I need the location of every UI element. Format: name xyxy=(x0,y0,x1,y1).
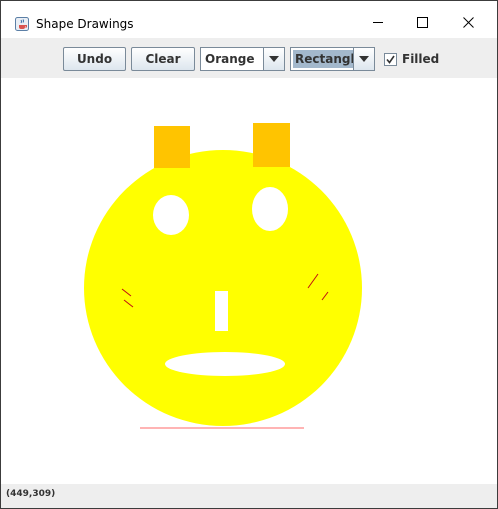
status-bar: (449,309) xyxy=(1,484,497,508)
mouse-coordinates: (449,309) xyxy=(6,489,56,499)
mouth-ellipse xyxy=(165,352,285,376)
maximize-icon xyxy=(416,17,428,28)
right-eye xyxy=(252,187,288,231)
color-dropdown-button[interactable] xyxy=(263,48,284,70)
filled-checkbox[interactable] xyxy=(384,52,397,66)
filled-label: Filled xyxy=(402,52,440,66)
left-eye xyxy=(153,195,189,235)
color-combobox[interactable]: Orange xyxy=(200,47,285,71)
left-ear-rectangle xyxy=(154,126,190,168)
filled-checkbox-control[interactable]: Filled xyxy=(384,51,439,67)
toolbar: Undo Clear Orange Rectangle Filled xyxy=(1,38,497,78)
drawing-surface xyxy=(84,123,362,429)
face-circle xyxy=(84,150,362,426)
shape-combobox[interactable]: Rectangle xyxy=(290,47,375,71)
window-title: Shape Drawings xyxy=(36,17,134,31)
title-bar[interactable]: Shape Drawings xyxy=(1,1,497,37)
color-combobox-value: Orange xyxy=(205,52,255,66)
close-icon xyxy=(462,17,474,28)
checkmark-icon xyxy=(386,55,395,64)
chevron-down-icon xyxy=(269,56,279,62)
maximize-button[interactable] xyxy=(399,8,445,37)
shape-dropdown-button[interactable] xyxy=(353,48,374,70)
application-window: Shape Drawings Undo Clear Orange Rectang… xyxy=(0,0,498,509)
undo-button[interactable]: Undo xyxy=(63,47,126,71)
nose-rectangle xyxy=(215,291,228,331)
clear-button[interactable]: Clear xyxy=(131,47,195,71)
chevron-down-icon xyxy=(359,56,369,62)
close-button[interactable] xyxy=(445,8,491,37)
java-cup-icon xyxy=(15,17,29,31)
drawing-canvas[interactable] xyxy=(1,78,497,484)
minimize-button[interactable] xyxy=(355,8,401,37)
minimize-icon xyxy=(372,22,383,23)
right-ear-rectangle xyxy=(253,123,290,167)
